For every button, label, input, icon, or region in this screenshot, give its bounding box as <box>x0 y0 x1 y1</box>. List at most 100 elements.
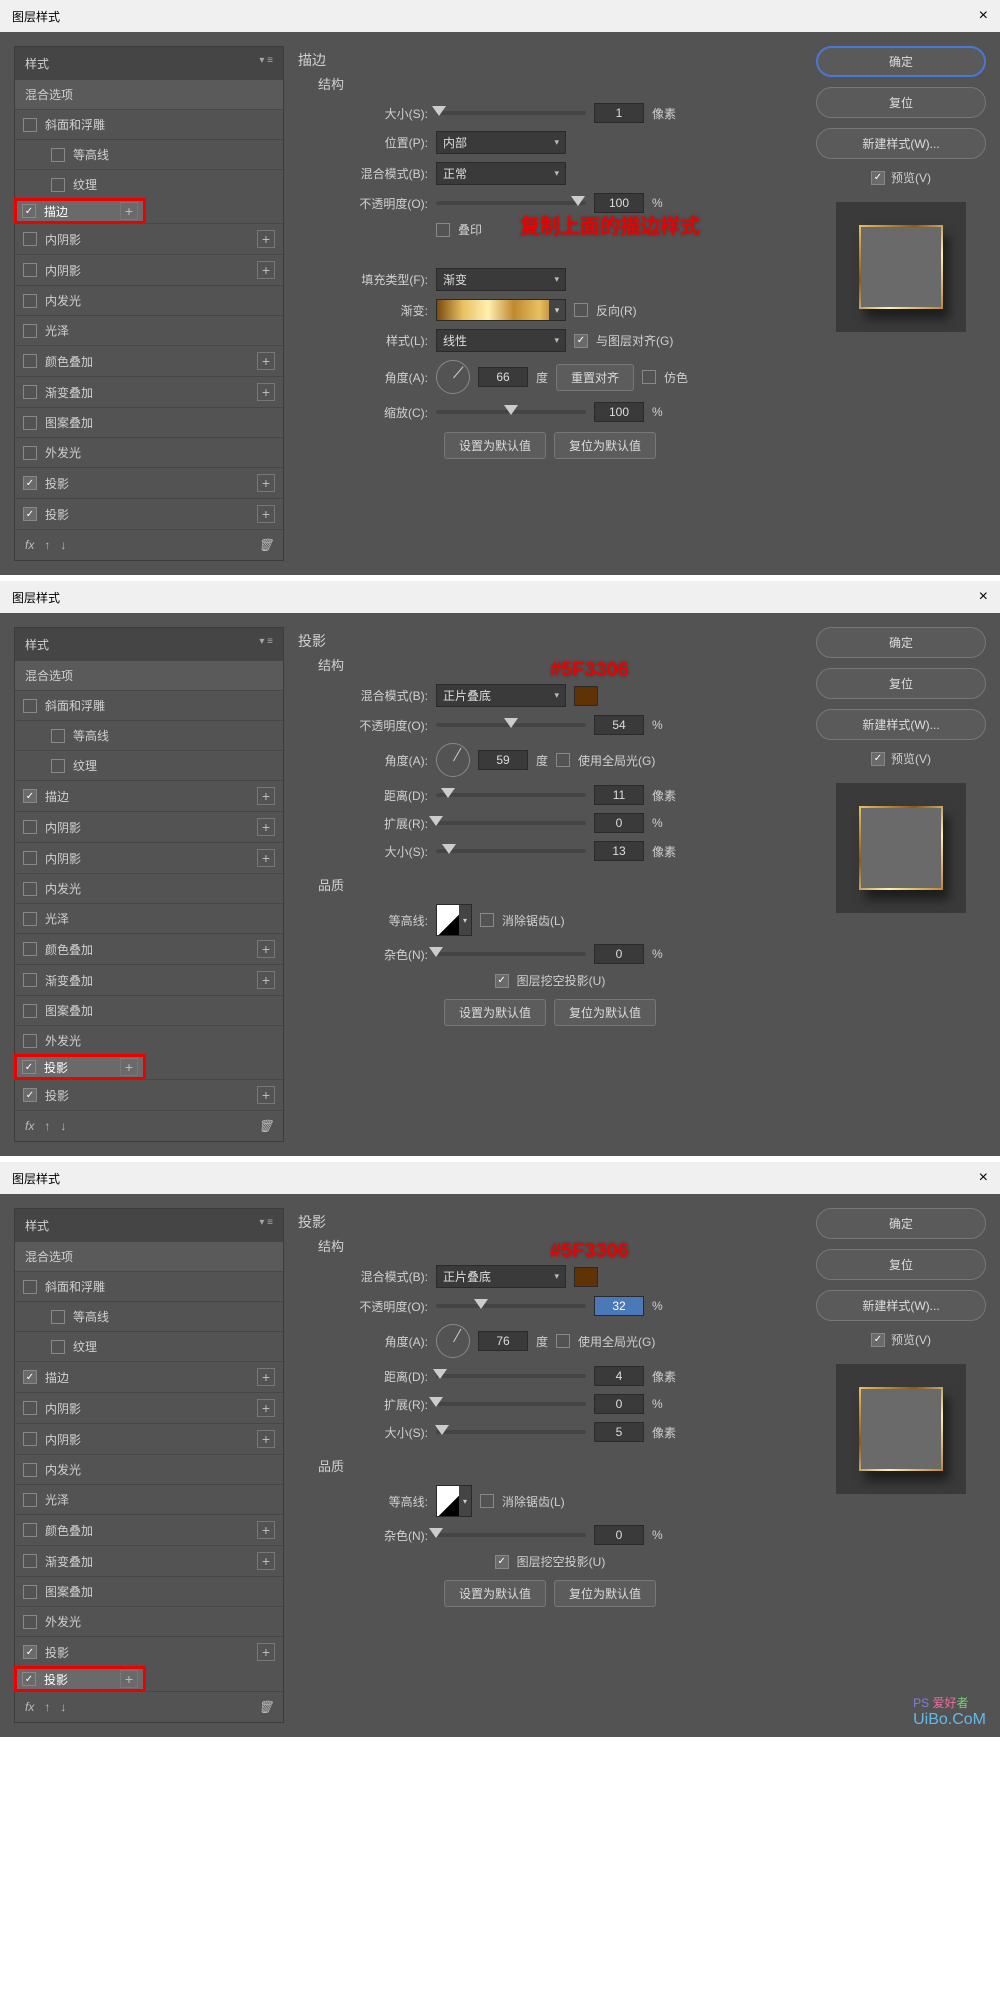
style-item[interactable]: 内发光 <box>15 285 283 315</box>
style-item[interactable]: 内阴影+ <box>15 811 283 842</box>
style-item[interactable]: 内发光 <box>15 1454 283 1484</box>
style-item[interactable]: ✓投影+ <box>15 1636 283 1667</box>
blend-mode-select[interactable]: 正片叠底▾ <box>436 684 566 707</box>
close-icon[interactable]: × <box>979 1169 988 1187</box>
style-item[interactable]: ✓投影+ <box>15 1079 283 1110</box>
distance-input[interactable]: 4 <box>594 1366 644 1386</box>
reset-default-button[interactable]: 复位为默认值 <box>554 1580 656 1607</box>
style-checkbox[interactable] <box>51 148 65 162</box>
arrow-down-icon[interactable]: ↓ <box>60 538 66 552</box>
add-effect-icon[interactable]: + <box>257 261 275 279</box>
slider[interactable] <box>436 201 586 205</box>
style-checkbox[interactable] <box>23 1432 37 1446</box>
noise-input[interactable]: 0 <box>594 1525 644 1545</box>
style-item[interactable]: 颜色叠加+ <box>15 933 283 964</box>
style-item[interactable]: ✓描边+ <box>15 1361 283 1392</box>
style-checkbox[interactable] <box>51 729 65 743</box>
cancel-button[interactable]: 复位 <box>816 668 986 699</box>
style-item[interactable]: 纹理 <box>15 1331 283 1361</box>
style-item[interactable]: 等高线 <box>15 1301 283 1331</box>
reverse-checkbox[interactable] <box>574 303 588 317</box>
close-icon[interactable]: × <box>979 7 988 25</box>
opacity-input[interactable]: 32 <box>594 1296 644 1316</box>
style-checkbox[interactable] <box>51 178 65 192</box>
style-item[interactable]: 颜色叠加+ <box>15 345 283 376</box>
style-item[interactable]: 斜面和浮雕 <box>15 109 283 139</box>
cancel-button[interactable]: 复位 <box>816 87 986 118</box>
style-checkbox[interactable] <box>23 1004 37 1018</box>
style-checkbox[interactable] <box>23 118 37 132</box>
style-checkbox[interactable] <box>23 416 37 430</box>
arrow-down-icon[interactable]: ↓ <box>60 1119 66 1133</box>
overprint-checkbox[interactable] <box>436 223 450 237</box>
angle-input[interactable]: 66 <box>478 367 528 387</box>
style-checkbox[interactable] <box>23 699 37 713</box>
style-item[interactable]: 斜面和浮雕 <box>15 690 283 720</box>
knockout-checkbox[interactable]: ✓ <box>495 1555 509 1569</box>
new-style-button[interactable]: 新建样式(W)... <box>816 709 986 740</box>
color-swatch[interactable] <box>574 1267 598 1287</box>
trash-icon[interactable]: 🗑 <box>258 1119 273 1133</box>
style-checkbox[interactable] <box>23 354 37 368</box>
style-checkbox[interactable] <box>23 294 37 308</box>
style-checkbox[interactable]: ✓ <box>22 204 36 218</box>
style-item[interactable]: 纹理 <box>15 750 283 780</box>
grad-style-select[interactable]: 线性▾ <box>436 329 566 352</box>
style-checkbox[interactable] <box>23 232 37 246</box>
style-item[interactable]: 光泽 <box>15 315 283 345</box>
style-item[interactable]: 渐变叠加+ <box>15 376 283 407</box>
add-effect-icon[interactable]: + <box>257 230 275 248</box>
arrow-down-icon[interactable]: ↓ <box>60 1700 66 1714</box>
style-item[interactable]: ✓投影+ <box>15 1055 145 1079</box>
new-style-button[interactable]: 新建样式(W)... <box>816 128 986 159</box>
style-item[interactable]: 外发光 <box>15 1606 283 1636</box>
spread-input[interactable]: 0 <box>594 1394 644 1414</box>
style-item[interactable]: 外发光 <box>15 437 283 467</box>
close-icon[interactable]: × <box>979 588 988 606</box>
add-effect-icon[interactable]: + <box>120 202 138 220</box>
style-checkbox[interactable] <box>23 385 37 399</box>
style-item[interactable]: ✓投影+ <box>15 1667 145 1691</box>
set-default-button[interactable]: 设置为默认值 <box>444 1580 546 1607</box>
ok-button[interactable]: 确定 <box>816 1208 986 1239</box>
slider[interactable] <box>436 723 586 727</box>
angle-dial[interactable] <box>436 360 470 394</box>
add-effect-icon[interactable]: + <box>257 818 275 836</box>
style-checkbox[interactable] <box>23 1034 37 1048</box>
knockout-checkbox[interactable]: ✓ <box>495 974 509 988</box>
style-item[interactable]: 内阴影+ <box>15 223 283 254</box>
global-light-checkbox[interactable] <box>556 753 570 767</box>
color-swatch[interactable] <box>574 686 598 706</box>
add-effect-icon[interactable]: + <box>257 1521 275 1539</box>
slider[interactable] <box>436 952 586 956</box>
style-checkbox[interactable] <box>23 882 37 896</box>
fx-icon[interactable]: fx <box>25 538 34 552</box>
style-checkbox[interactable] <box>23 973 37 987</box>
style-checkbox[interactable] <box>23 1615 37 1629</box>
ok-button[interactable]: 确定 <box>816 627 986 658</box>
add-effect-icon[interactable]: + <box>257 352 275 370</box>
slider[interactable] <box>436 821 586 825</box>
style-checkbox[interactable] <box>23 1523 37 1537</box>
cancel-button[interactable]: 复位 <box>816 1249 986 1280</box>
style-checkbox[interactable]: ✓ <box>23 507 37 521</box>
blend-mode-select[interactable]: 正片叠底▾ <box>436 1265 566 1288</box>
style-item[interactable]: 等高线 <box>15 720 283 750</box>
preview-checkbox[interactable]: ✓ <box>871 752 885 766</box>
fx-icon[interactable]: fx <box>25 1119 34 1133</box>
add-effect-icon[interactable]: + <box>120 1058 138 1076</box>
style-item[interactable]: 颜色叠加+ <box>15 1514 283 1545</box>
style-checkbox[interactable] <box>23 1554 37 1568</box>
add-effect-icon[interactable]: + <box>120 1670 138 1688</box>
style-item[interactable]: 图案叠加 <box>15 995 283 1025</box>
add-effect-icon[interactable]: + <box>257 1399 275 1417</box>
blend-mode-select[interactable]: 正常▾ <box>436 162 566 185</box>
style-checkbox[interactable] <box>23 820 37 834</box>
slider[interactable] <box>436 793 586 797</box>
angle-dial[interactable] <box>436 743 470 777</box>
slider[interactable] <box>436 111 586 115</box>
style-item[interactable]: ✓描边+ <box>15 780 283 811</box>
slider[interactable] <box>436 1402 586 1406</box>
style-item[interactable]: 内阴影+ <box>15 1392 283 1423</box>
style-checkbox[interactable] <box>23 446 37 460</box>
